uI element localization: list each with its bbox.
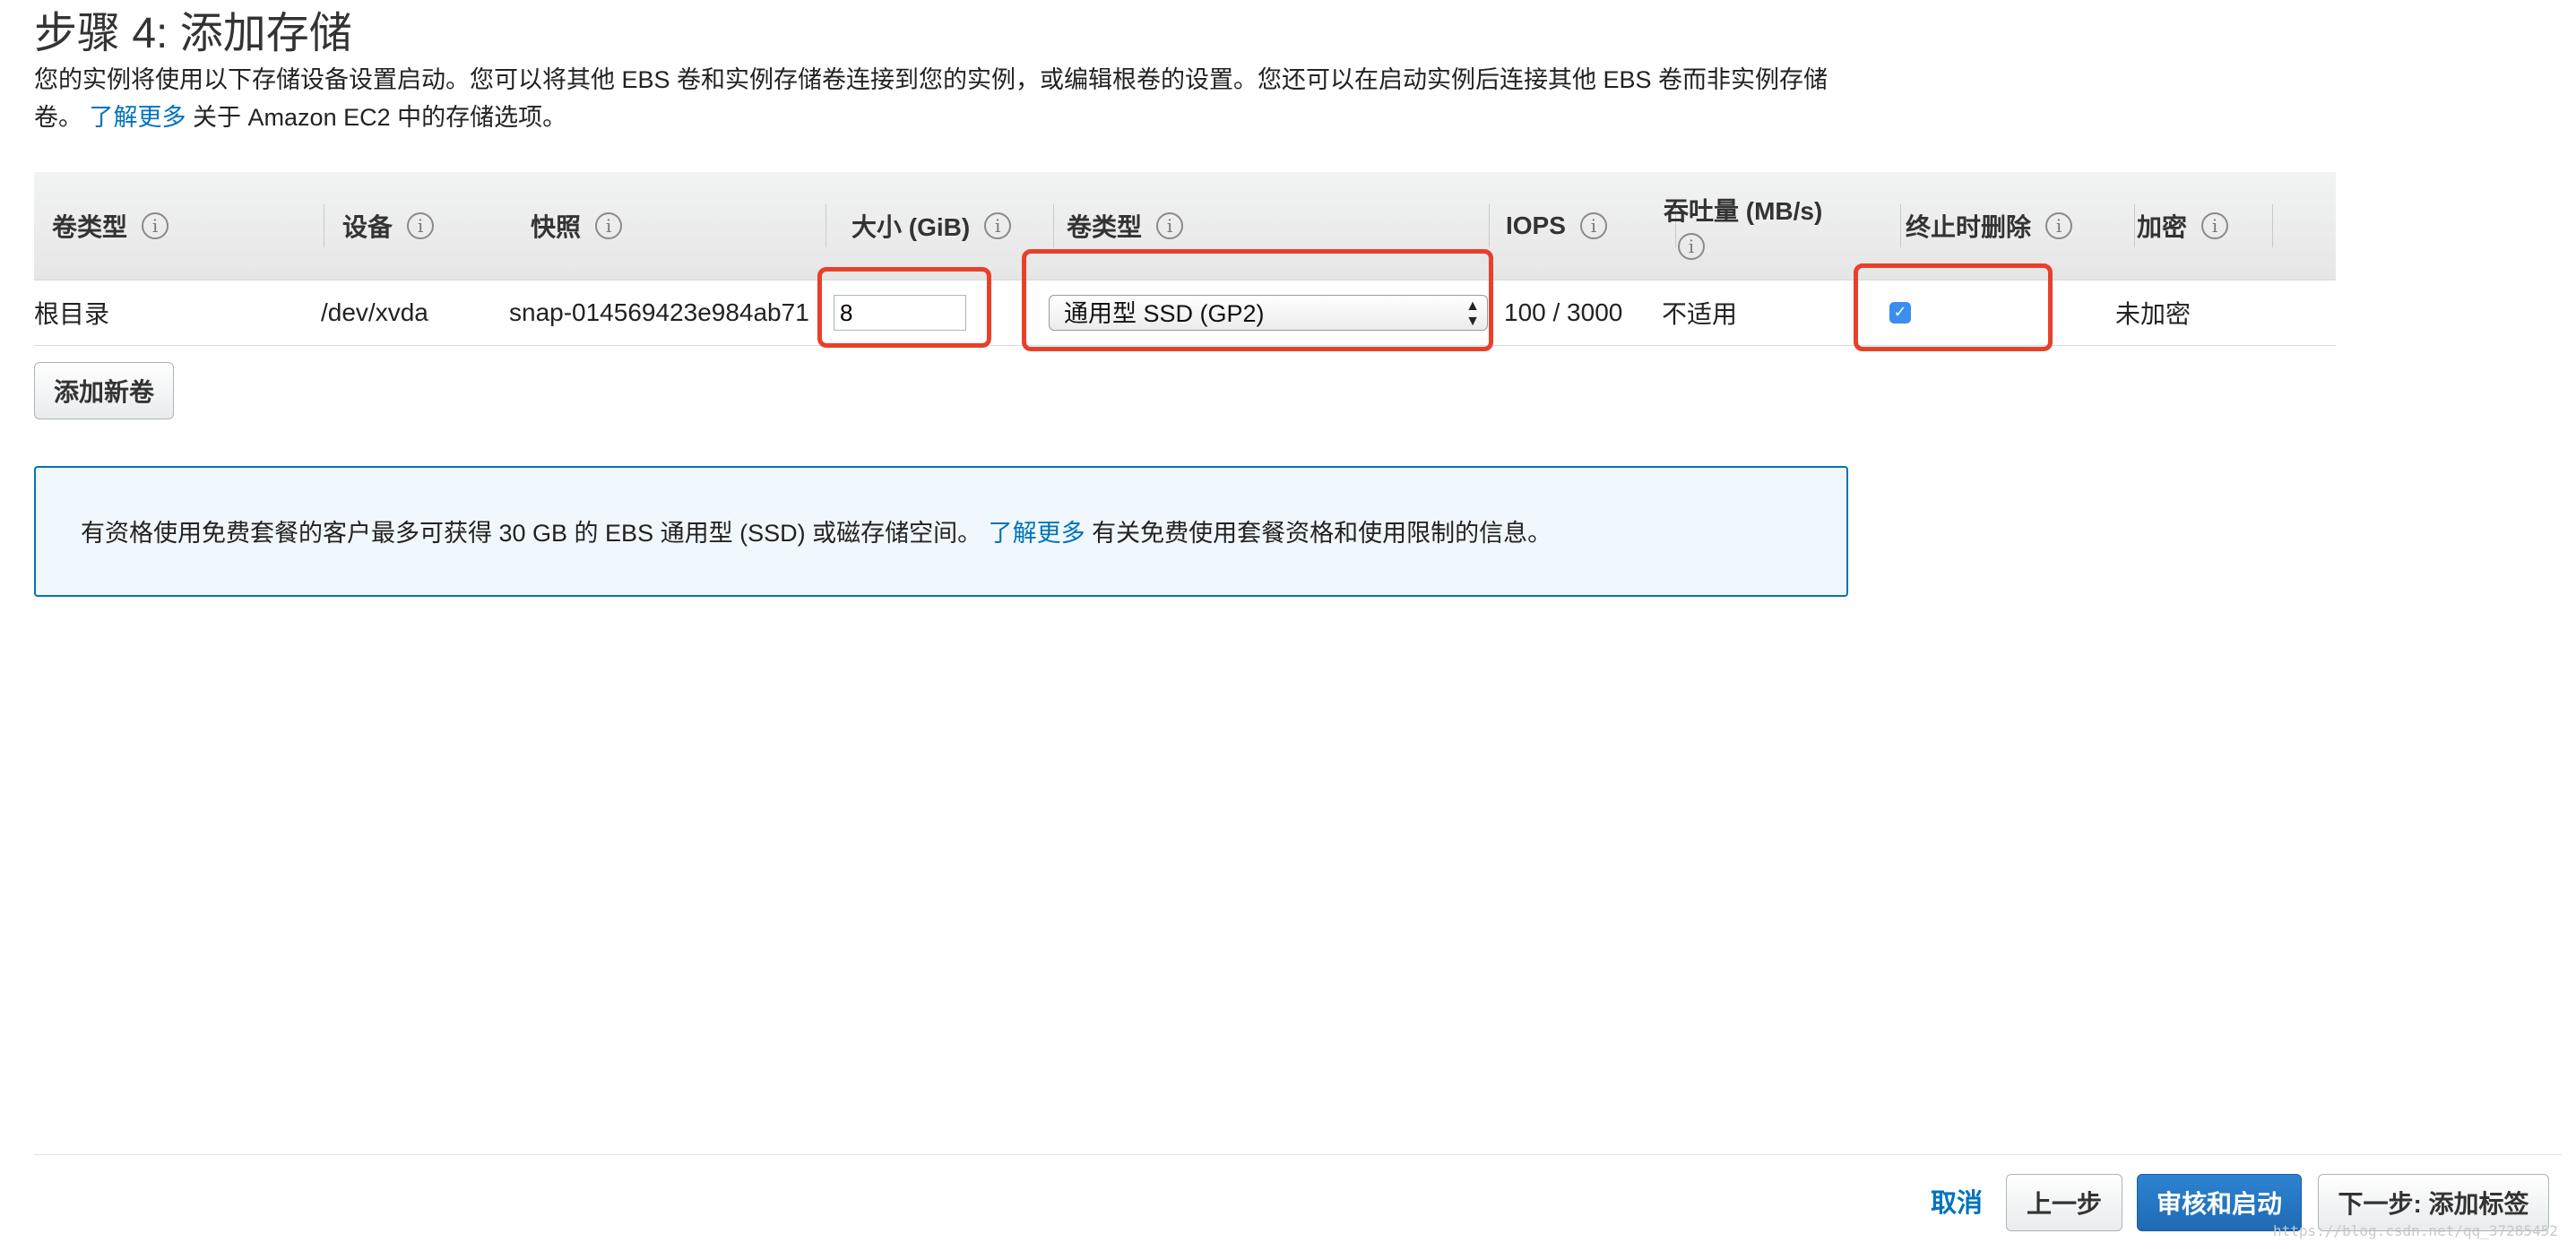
- notice-learn-more-link[interactable]: 了解更多: [989, 520, 1085, 547]
- add-volume-button[interactable]: 添加新卷: [34, 362, 174, 419]
- cell-iops: 100 / 3000: [1504, 298, 1623, 326]
- info-icon[interactable]: i: [1678, 233, 1705, 260]
- learn-more-link[interactable]: 了解更多: [90, 104, 186, 131]
- header-snapshot: 快照 i: [531, 172, 826, 280]
- cell-volume-type: 根目录: [34, 300, 110, 328]
- cell-encryption: 未加密: [2115, 300, 2191, 328]
- info-icon[interactable]: i: [1579, 212, 1607, 239]
- info-icon[interactable]: i: [984, 212, 1012, 239]
- header-label: 大小 (GiB): [851, 213, 971, 241]
- watermark-text: https://blog.csdn.net/qq_37285452: [2273, 1222, 2558, 1239]
- add-storage-page: 步骤 4: 添加存储 您的实例将使用以下存储设备设置启动。您可以将其他 EBS …: [0, 0, 2576, 1251]
- cancel-link[interactable]: 取消: [1931, 1181, 1983, 1226]
- delete-on-termination-highlight-box: [1854, 263, 2053, 351]
- column-divider: [1900, 204, 1901, 247]
- info-icon[interactable]: i: [2045, 212, 2073, 239]
- cell-snapshot: snap-014569423e984ab71: [509, 298, 809, 326]
- info-icon[interactable]: i: [142, 212, 169, 239]
- header-label: 快照: [531, 213, 582, 241]
- header-device: 设备 i: [342, 172, 513, 280]
- info-icon[interactable]: i: [595, 212, 623, 239]
- volume-type-highlight-box: [1022, 249, 1493, 351]
- header-label: 终止时删除: [1906, 213, 2032, 241]
- column-divider: [1053, 204, 1054, 247]
- footer-divider: [34, 1154, 2562, 1155]
- column-divider: [1489, 204, 1490, 247]
- header-label: 卷类型: [52, 213, 128, 241]
- description-text-tail: 关于 Amazon EC2 中的存储选项。: [193, 104, 567, 131]
- info-icon[interactable]: i: [1156, 212, 1184, 239]
- header-volume-type: 卷类型 i: [52, 172, 324, 280]
- header-encryption: 加密 i: [2137, 172, 2273, 280]
- header-label: 设备: [342, 213, 393, 241]
- page-description: 您的实例将使用以下存储设备设置启动。您可以将其他 EBS 卷和实例存储卷连接到您…: [34, 61, 1854, 136]
- cell-throughput: 不适用: [1662, 300, 1738, 328]
- info-icon[interactable]: i: [2201, 212, 2229, 239]
- page-title: 步骤 4: 添加存储: [34, 10, 352, 57]
- header-label: 加密: [2137, 213, 2188, 241]
- header-label: 卷类型: [1067, 213, 1143, 241]
- header-iops: IOPS i: [1506, 172, 1676, 280]
- header-label: IOPS: [1506, 211, 1566, 239]
- column-divider: [2272, 204, 2273, 247]
- previous-button[interactable]: 上一步: [2006, 1174, 2122, 1231]
- header-label: 吞吐量 (MB/s): [1664, 197, 1823, 225]
- size-highlight-box: [817, 267, 991, 348]
- free-tier-notice: 有资格使用免费套餐的客户最多可获得 30 GB 的 EBS 通用型 (SSD) …: [34, 466, 1848, 597]
- notice-text-tail: 有关免费使用套餐资格和使用限制的信息。: [1092, 520, 1552, 547]
- cell-device: /dev/xvda: [321, 298, 428, 326]
- notice-text: 有资格使用免费套餐的客户最多可获得 30 GB 的 EBS 通用型 (SSD) …: [81, 520, 982, 547]
- info-icon[interactable]: i: [407, 212, 435, 239]
- column-divider: [2134, 204, 2135, 247]
